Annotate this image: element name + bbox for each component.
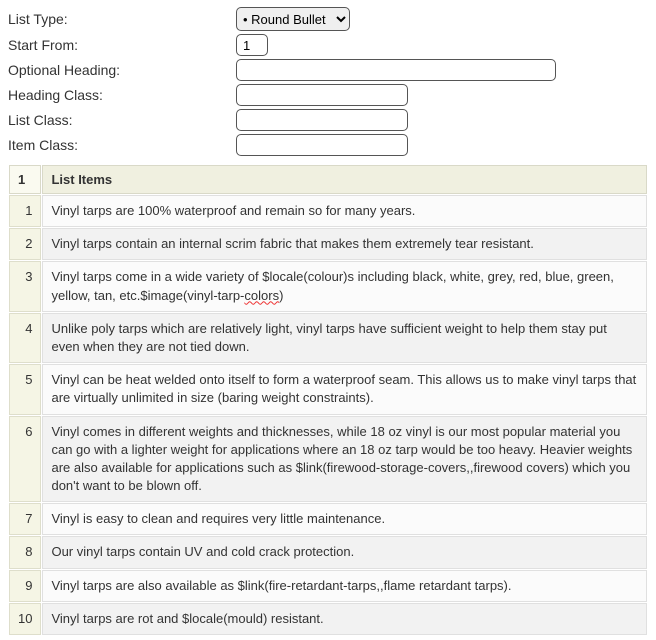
col-header-number: 1 — [9, 165, 41, 194]
heading-class-label: Heading Class: — [8, 86, 236, 104]
row-content[interactable]: Our vinyl tarps contain UV and cold crac… — [42, 536, 647, 568]
row-number: 3 — [9, 261, 41, 311]
spellcheck-squiggle: colors — [244, 288, 279, 303]
row-content[interactable]: Vinyl is easy to clean and requires very… — [42, 503, 647, 535]
optional-heading-label: Optional Heading: — [8, 61, 236, 79]
row-content[interactable]: Vinyl tarps are rot and $locale(mould) r… — [42, 603, 647, 635]
row-number: 1 — [9, 195, 41, 227]
col-header-items: List Items — [42, 165, 647, 194]
list-type-select[interactable]: • Round Bullet — [236, 7, 350, 31]
item-class-label: Item Class: — [8, 136, 236, 154]
row-number: 8 — [9, 536, 41, 568]
table-row[interactable]: 8Our vinyl tarps contain UV and cold cra… — [9, 536, 647, 568]
optional-heading-input[interactable] — [236, 59, 556, 81]
list-type-label: List Type: — [8, 10, 236, 28]
row-number: 4 — [9, 313, 41, 363]
list-class-input[interactable] — [236, 109, 408, 131]
row-number: 5 — [9, 364, 41, 414]
heading-class-input[interactable] — [236, 84, 408, 106]
row-number: 9 — [9, 570, 41, 602]
table-row[interactable]: 3Vinyl tarps come in a wide variety of $… — [9, 261, 647, 311]
row-number: 10 — [9, 603, 41, 635]
table-row[interactable]: 9Vinyl tarps are also available as $link… — [9, 570, 647, 602]
row-number: 7 — [9, 503, 41, 535]
row-content[interactable]: Unlike poly tarps which are relatively l… — [42, 313, 647, 363]
row-content[interactable]: Vinyl tarps are also available as $link(… — [42, 570, 647, 602]
row-content[interactable]: Vinyl tarps come in a wide variety of $l… — [42, 261, 647, 311]
row-content[interactable]: Vinyl tarps are 100% waterproof and rema… — [42, 195, 647, 227]
start-from-input[interactable] — [236, 34, 268, 56]
list-class-label: List Class: — [8, 111, 236, 129]
row-number: 2 — [9, 228, 41, 260]
table-row[interactable]: 1Vinyl tarps are 100% waterproof and rem… — [9, 195, 647, 227]
table-row[interactable]: 4Unlike poly tarps which are relatively … — [9, 313, 647, 363]
table-row[interactable]: 5Vinyl can be heat welded onto itself to… — [9, 364, 647, 414]
table-row[interactable]: 2Vinyl tarps contain an internal scrim f… — [9, 228, 647, 260]
row-content[interactable]: Vinyl tarps contain an internal scrim fa… — [42, 228, 647, 260]
item-class-input[interactable] — [236, 134, 408, 156]
start-from-label: Start From: — [8, 36, 236, 54]
table-row[interactable]: 10Vinyl tarps are rot and $locale(mould)… — [9, 603, 647, 635]
row-content[interactable]: Vinyl comes in different weights and thi… — [42, 416, 647, 503]
table-row[interactable]: 7Vinyl is easy to clean and requires ver… — [9, 503, 647, 535]
row-content[interactable]: Vinyl can be heat welded onto itself to … — [42, 364, 647, 414]
table-row[interactable]: 6Vinyl comes in different weights and th… — [9, 416, 647, 503]
row-number: 6 — [9, 416, 41, 503]
list-items-table: 1 List Items 1Vinyl tarps are 100% water… — [8, 164, 648, 636]
